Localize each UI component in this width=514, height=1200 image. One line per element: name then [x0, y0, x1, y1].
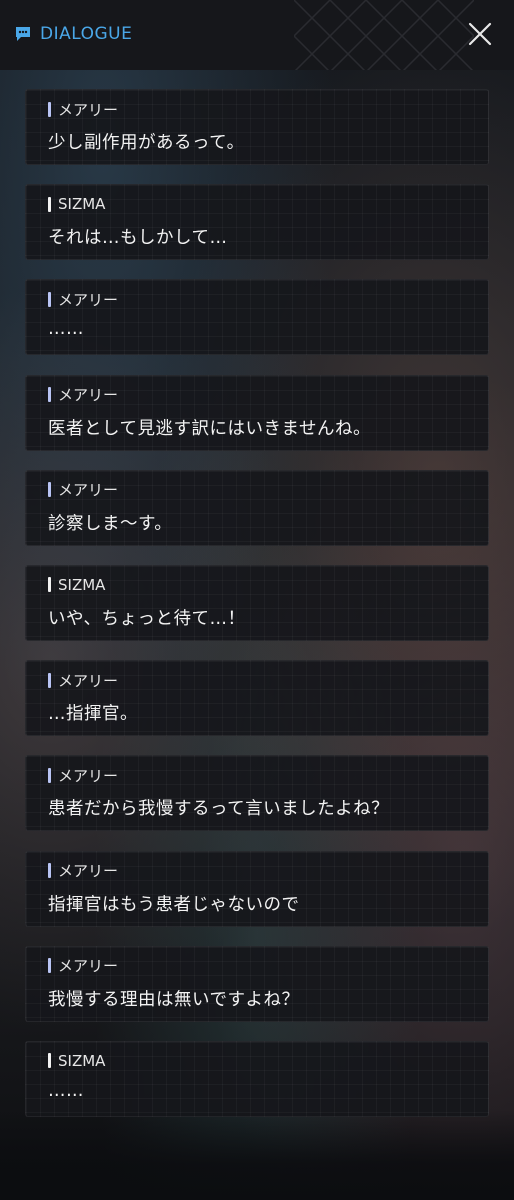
dialogue-text: 診察しま～す。	[48, 513, 173, 534]
dialogue-text: 指揮官はもう患者じゃないので	[48, 894, 300, 915]
dialogue-entry: メアリー少し副作用があるって。	[25, 89, 489, 165]
speaker-name: メアリー	[58, 290, 119, 309]
speaker-row: SIZMA	[48, 575, 105, 595]
speaker-row: メアリー	[48, 289, 118, 309]
speaker-marker-icon	[48, 958, 51, 974]
dialogue-text: ……	[48, 1080, 84, 1101]
header-decoration	[294, 0, 474, 70]
speaker-name: メアリー	[58, 862, 119, 880]
speaker-name: メアリー	[58, 957, 119, 976]
dialogue-text: 患者だから我慢するって言いましたよね？	[48, 799, 390, 820]
bottom-fade-overlay	[0, 1110, 514, 1200]
dialogue-text: ……	[48, 319, 84, 340]
speaker-row: メアリー	[48, 99, 118, 119]
speaker-row: メアリー	[48, 861, 118, 881]
dialogue-text: それは…もしかして…	[48, 228, 228, 249]
speaker-row: メアリー	[48, 385, 118, 405]
speaker-name: SIZMA	[58, 1051, 106, 1070]
dialogue-entry: メアリー患者だから我慢するって言いましたよね？	[25, 755, 489, 832]
dialogue-entry: メアリー指揮官はもう患者じゃないので	[25, 850, 489, 927]
speaker-row: SIZMA	[48, 1051, 105, 1071]
speaker-row: SIZMA	[48, 194, 105, 214]
dialogue-entry: SIZMA それは…もしかして…	[25, 184, 489, 261]
dialogue-text: 医者として見逃す訳にはいきませんね。	[48, 418, 371, 439]
dialogue-entry: メアリー医者として見逃す訳にはいきませんね。	[25, 374, 489, 451]
header-bar: DIALOGUE	[0, 0, 514, 70]
speaker-name: メアリー	[58, 671, 119, 690]
dialogue-text: いや、ちょっと待て…！	[48, 608, 246, 629]
dialogue-text: 我慢する理由は無いですよね？	[48, 989, 300, 1010]
dialogue-text: …指揮官。	[48, 704, 138, 725]
close-button[interactable]	[466, 20, 494, 48]
dialogue-entry: メアリー …指揮官。	[25, 660, 489, 737]
speaker-marker-icon	[48, 863, 51, 878]
speaker-name: SIZMA	[58, 195, 106, 214]
header-title-group: DIALOGUE	[14, 22, 132, 46]
speaker-name: メアリー	[58, 386, 119, 405]
speaker-marker-icon	[48, 767, 51, 783]
speaker-marker-icon	[48, 577, 51, 593]
speaker-marker-icon	[48, 482, 51, 498]
speaker-name: メアリー	[58, 100, 119, 119]
speaker-marker-icon	[48, 101, 51, 117]
chat-bubble-icon	[14, 25, 32, 43]
speaker-row: メアリー	[48, 765, 118, 785]
speaker-name: メアリー	[58, 766, 119, 785]
speaker-row: メアリー	[48, 480, 118, 500]
speaker-marker-icon	[48, 1053, 51, 1069]
speaker-marker-icon	[48, 196, 51, 212]
close-icon[interactable]	[466, 20, 494, 48]
dialogue-log-screen: DIALOGUE メアリー 少し副作用があるって。 SIZMA それは…もしかして… メ…	[0, 0, 514, 1200]
dialogue-entry: SIZMA いや、ちょっと待て…！	[25, 564, 489, 641]
speaker-marker-icon	[48, 672, 51, 688]
dialogue-text: 少し副作用があるって。	[48, 133, 245, 153]
dialogue-entry: メアリー診察しま～す。	[25, 469, 489, 546]
dialogue-entry: メアリー ……	[25, 279, 489, 356]
speaker-name: メアリー	[58, 481, 119, 500]
speaker-name: SIZMA	[58, 575, 106, 594]
dialogue-list[interactable]: メアリー 少し副作用があるって。 SIZMA それは…もしかして… メアリー…… メアリー…	[25, 89, 489, 1136]
speaker-marker-icon	[48, 387, 51, 403]
speaker-row: メアリー	[48, 670, 118, 690]
speaker-marker-icon	[48, 291, 51, 307]
speaker-row: メアリー	[48, 956, 118, 976]
dialogue-entry: SIZMA ……	[25, 1040, 489, 1117]
header-title: DIALOGUE	[40, 24, 133, 44]
dialogue-entry: メアリー我慢する理由は無いですよね？	[25, 945, 489, 1022]
